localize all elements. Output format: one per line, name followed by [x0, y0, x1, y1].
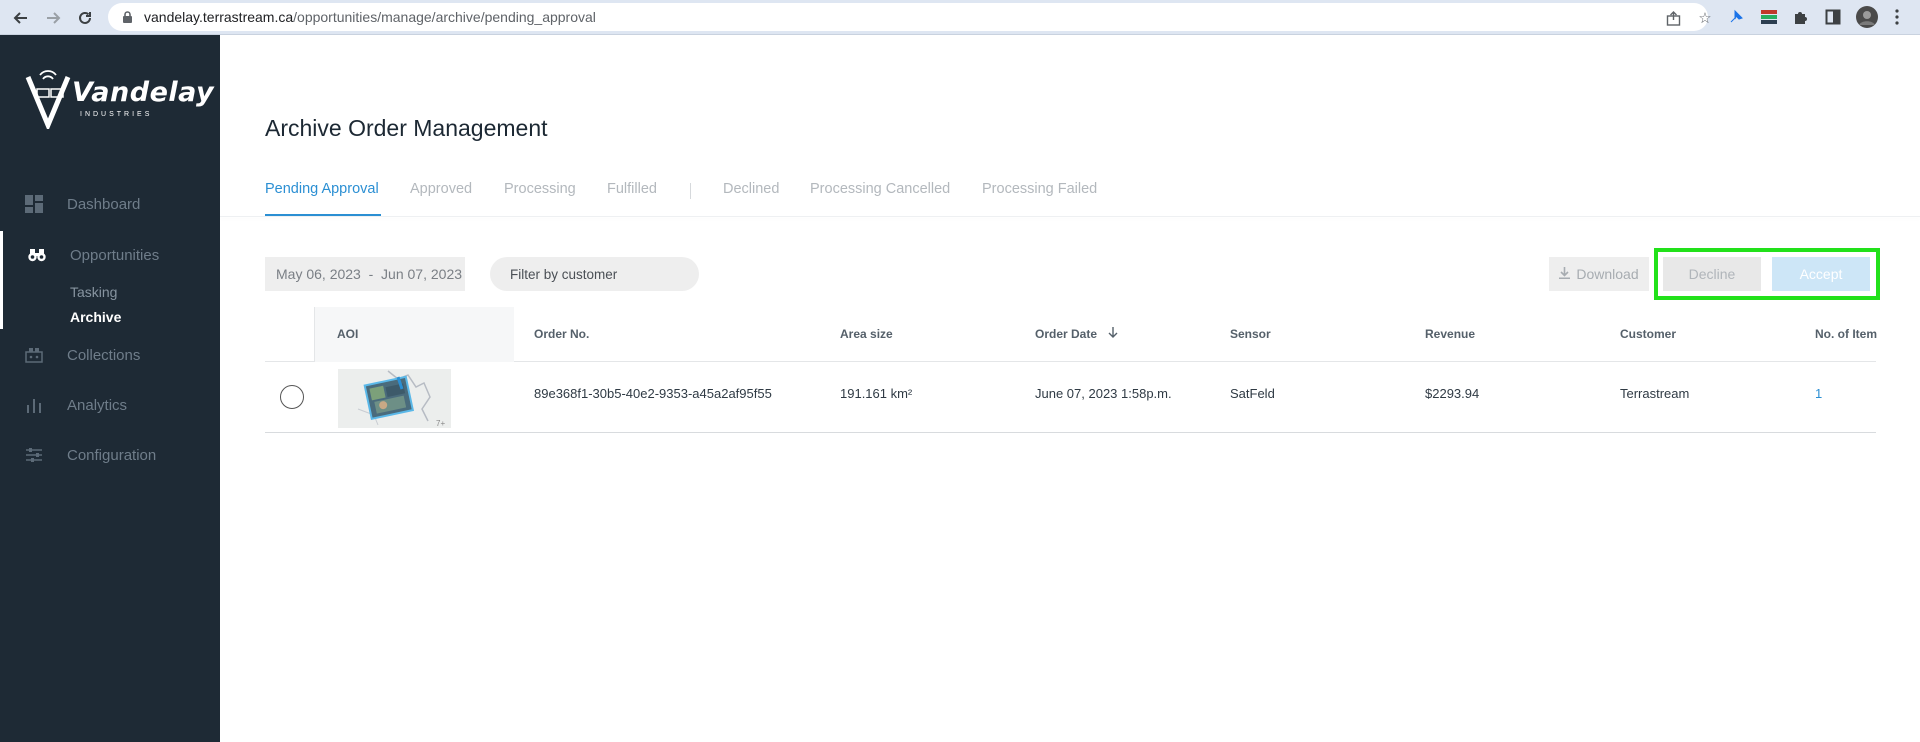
profile-avatar[interactable] — [1856, 6, 1878, 28]
aoi-thumbnail[interactable]: 7+ — [338, 369, 451, 428]
order-date-cell: June 07, 2023 1:58p.m. — [1035, 386, 1172, 401]
sidebar-item-label: Dashboard — [67, 195, 141, 213]
date-range-picker[interactable]: May 06, 2023 - Jun 07, 2023 — [265, 257, 465, 291]
forward-arrow-icon[interactable] — [41, 6, 65, 30]
sort-arrow-down-icon — [1108, 327, 1118, 342]
table-header: AOI Order No. Area size Order Date Senso… — [265, 307, 1877, 362]
order-no-cell: 89e368f1-30b5-40e2-9353-a45a2af95f55 — [534, 386, 772, 401]
sidebar-item-label: Configuration — [67, 446, 157, 464]
customer-filter-input[interactable]: Filter by customer — [490, 257, 699, 291]
svg-text:7+: 7+ — [436, 419, 445, 428]
column-header-order-date[interactable]: Order Date — [1035, 327, 1118, 342]
tab-fulfilled[interactable]: Fulfilled — [607, 181, 657, 197]
column-header-sensor[interactable]: Sensor — [1230, 327, 1271, 341]
sidebar-item-analytics[interactable]: Analytics — [0, 390, 220, 420]
extension-pin-icon[interactable] — [1727, 8, 1745, 26]
lock-icon — [120, 10, 134, 24]
area-size-cell: 191.161 km² — [840, 386, 913, 401]
tab-processing[interactable]: Processing — [504, 181, 576, 197]
table-row[interactable]: 7+ 89e368f1-30b5-40e2-9353-a45a2af95f55 … — [265, 363, 1876, 433]
brand-sub: INDUSTRIES — [80, 111, 153, 118]
sidebar-item-label: Analytics — [67, 396, 128, 414]
binoculars-icon — [27, 245, 47, 265]
sliders-icon — [24, 445, 44, 465]
share-icon[interactable] — [1664, 9, 1682, 27]
tabs-divider — [220, 216, 1920, 217]
page-title: Archive Order Management — [265, 115, 548, 141]
row-select-radio[interactable] — [280, 385, 304, 409]
sidebar: Vandelay INDUSTRIES Dashboard Opportunit… — [0, 35, 220, 742]
download-icon — [1559, 266, 1571, 282]
highlight-box — [1654, 248, 1880, 300]
reload-icon[interactable] — [73, 6, 97, 30]
sidebar-item-opportunities[interactable]: Opportunities — [0, 240, 220, 270]
customer-cell: Terrastream — [1620, 386, 1690, 401]
sidebar-item-label: Collections — [67, 346, 141, 364]
tab-approved[interactable]: Approved — [410, 181, 472, 197]
column-header-customer[interactable]: Customer — [1620, 327, 1676, 341]
sidebar-item-collections[interactable]: Collections — [0, 340, 220, 370]
dashboard-icon — [24, 194, 44, 214]
revenue-cell: $2293.94 — [1425, 386, 1480, 401]
sidebar-subitem-archive[interactable]: Archive — [70, 309, 121, 325]
tab-processing-failed[interactable]: Processing Failed — [982, 181, 1097, 197]
url-text: vandelay.terrastream.ca/opportunities/ma… — [144, 9, 596, 25]
collections-icon — [24, 345, 44, 365]
bookmark-star-icon[interactable]: ☆ — [1696, 9, 1714, 27]
extension-stack-icon[interactable] — [1760, 8, 1778, 26]
column-header-revenue[interactable]: Revenue — [1425, 327, 1475, 341]
column-header-area-size[interactable]: Area size — [840, 327, 893, 341]
bar-chart-icon — [24, 395, 44, 415]
download-button[interactable]: Download — [1549, 257, 1649, 291]
puzzle-icon[interactable] — [1792, 8, 1810, 26]
column-header-aoi: AOI — [337, 327, 359, 341]
address-bar[interactable]: vandelay.terrastream.ca/opportunities/ma… — [108, 3, 1712, 31]
vandelay-logo[interactable]: Vandelay INDUSTRIES — [24, 67, 214, 129]
side-panel-icon[interactable] — [1824, 8, 1842, 26]
tab-divider — [690, 183, 691, 199]
sidebar-item-label: Opportunities — [70, 246, 160, 264]
tab-pending-approval[interactable]: Pending Approval — [265, 181, 379, 197]
browser-toolbar: vandelay.terrastream.ca/opportunities/ma… — [0, 0, 1920, 35]
back-arrow-icon[interactable] — [9, 6, 33, 30]
main-content: Archive Order Management Pending Approva… — [220, 35, 1920, 742]
items-count-link[interactable]: 1 — [1815, 386, 1822, 401]
column-header-items[interactable]: No. of Item — [1815, 327, 1877, 341]
column-header-order-no[interactable]: Order No. — [534, 327, 589, 341]
download-label: Download — [1576, 266, 1639, 282]
tab-declined[interactable]: Declined — [723, 181, 779, 197]
browser-menu-icon[interactable] — [1888, 8, 1906, 26]
sidebar-item-configuration[interactable]: Configuration — [0, 440, 220, 470]
brand-name: Vandelay — [72, 77, 215, 108]
sidebar-item-dashboard[interactable]: Dashboard — [0, 189, 220, 219]
sensor-cell: SatFeld — [1230, 386, 1275, 401]
tab-processing-cancelled[interactable]: Processing Cancelled — [810, 181, 950, 197]
sidebar-subitem-tasking[interactable]: Tasking — [70, 284, 117, 300]
